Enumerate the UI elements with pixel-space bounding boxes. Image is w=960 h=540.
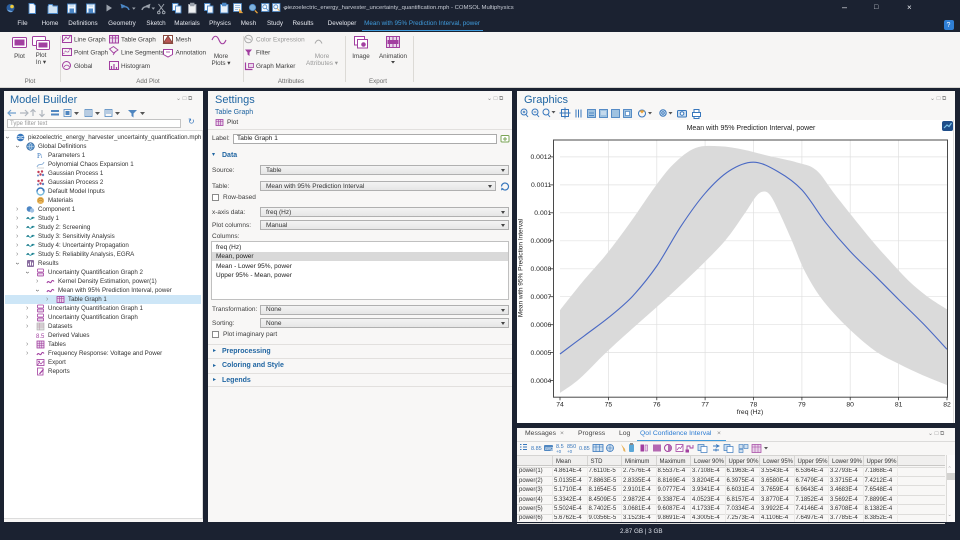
svg-text:0.0008: 0.0008 xyxy=(531,266,552,273)
svg-text:79: 79 xyxy=(798,402,806,409)
svg-text:Line Graph: Line Graph xyxy=(74,37,106,44)
svg-text:0.0009: 0.0009 xyxy=(531,238,552,245)
svg-text:75: 75 xyxy=(605,402,613,409)
svg-text:0.0006: 0.0006 xyxy=(531,322,552,329)
svg-text:Graph Marker: Graph Marker xyxy=(256,63,296,70)
svg-text:avg: avg xyxy=(545,446,553,452)
svg-text:74: 74 xyxy=(556,402,564,409)
svg-text:0.001: 0.001 xyxy=(534,210,551,217)
svg-text:78: 78 xyxy=(750,402,758,409)
svg-text:Plot: Plot xyxy=(36,52,47,59)
svg-text:82: 82 xyxy=(943,402,951,409)
svg-text:Mean with 95% Prediction Inter: Mean with 95% Prediction Interval xyxy=(518,218,525,317)
svg-text:0.0004: 0.0004 xyxy=(531,378,552,385)
svg-text:+0: +0 xyxy=(567,449,573,454)
svg-text:0.85: 0.85 xyxy=(579,446,590,452)
svg-text:Plot: Plot xyxy=(14,53,25,60)
svg-text:Image: Image xyxy=(352,53,370,60)
svg-text:76: 76 xyxy=(653,402,661,409)
svg-text:80: 80 xyxy=(846,402,854,409)
svg-text:+0: +0 xyxy=(556,449,562,454)
svg-text:More: More xyxy=(214,53,229,60)
svg-text:Plots ▾: Plots ▾ xyxy=(212,60,231,67)
svg-text:81: 81 xyxy=(895,402,903,409)
svg-text:Table Graph: Table Graph xyxy=(121,37,156,44)
svg-text:0.0011: 0.0011 xyxy=(531,182,552,189)
svg-text:Histogram: Histogram xyxy=(121,63,150,70)
svg-text:8.85: 8.85 xyxy=(531,446,542,452)
svg-text:Annotation: Annotation xyxy=(176,50,207,57)
svg-text:Color Expression: Color Expression xyxy=(256,37,305,44)
svg-text:0.0012: 0.0012 xyxy=(531,154,552,161)
svg-text:Attributes ▾: Attributes ▾ xyxy=(306,60,338,67)
svg-text:Line Segments: Line Segments xyxy=(121,50,164,57)
svg-text:freq (Hz): freq (Hz) xyxy=(737,409,763,416)
svg-text:Global: Global xyxy=(74,63,92,70)
svg-text:In ▾: In ▾ xyxy=(36,59,46,66)
svg-text:77: 77 xyxy=(701,402,709,409)
svg-text:Mesh: Mesh xyxy=(176,37,192,44)
svg-text:Pi: Pi xyxy=(37,152,43,160)
svg-text:Point Graph: Point Graph xyxy=(74,50,109,57)
svg-text:0.0007: 0.0007 xyxy=(531,294,552,301)
svg-text:Filter: Filter xyxy=(256,50,271,57)
svg-text:Animation: Animation xyxy=(379,53,407,60)
svg-text:0.0005: 0.0005 xyxy=(531,350,552,357)
svg-text:More: More xyxy=(315,53,330,60)
